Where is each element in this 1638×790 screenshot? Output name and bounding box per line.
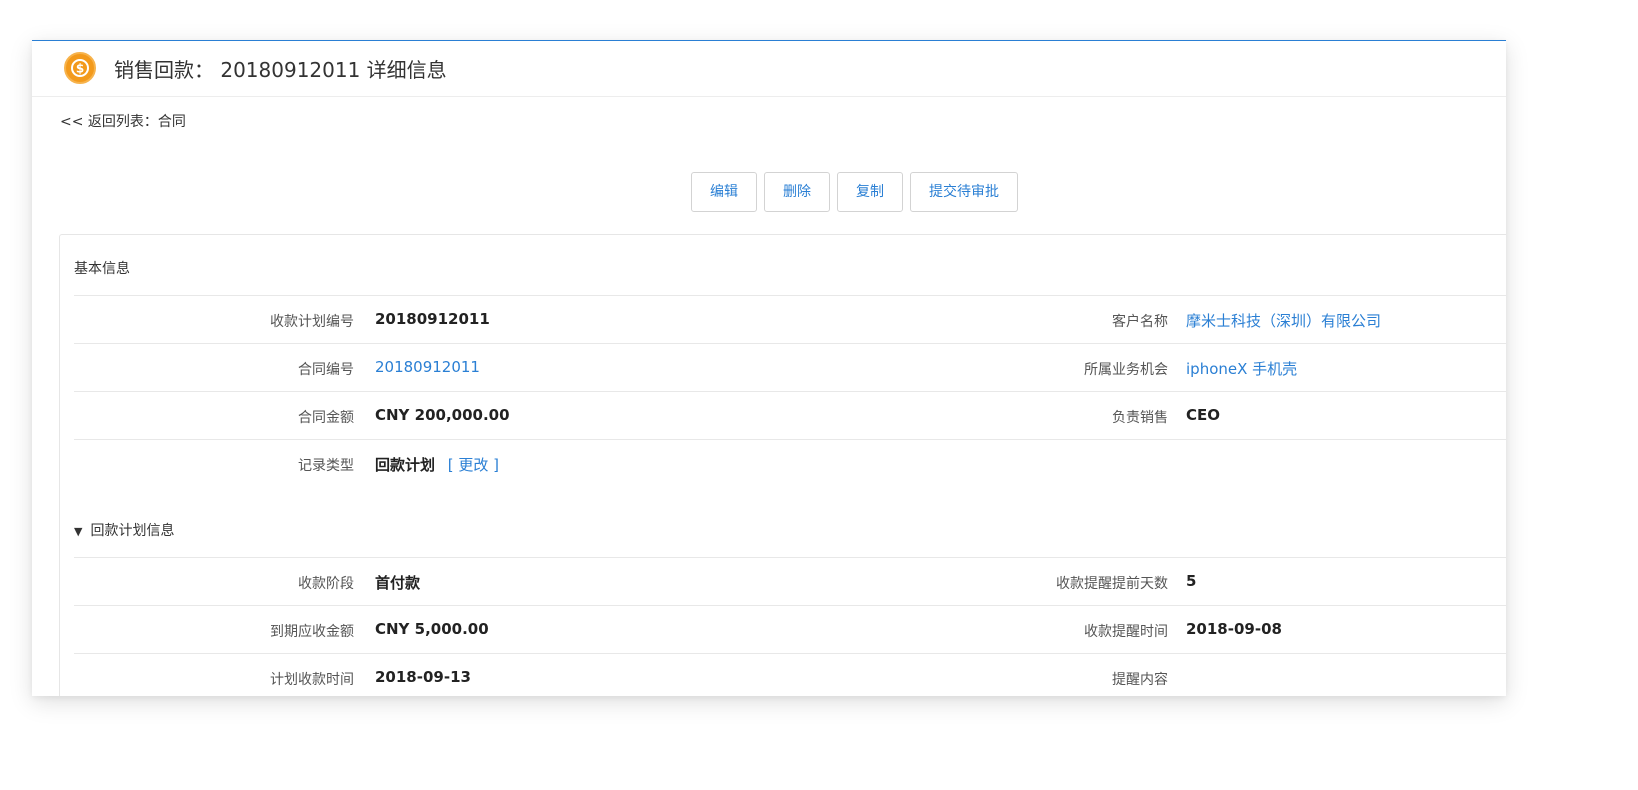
field-row: 合同编号 20180912011 所属业务机会 iphoneX 手机壳	[74, 343, 1506, 391]
field-value-stage: 首付款	[375, 574, 421, 592]
field-row: 收款计划编号 20180912011 客户名称 摩米士科技（深圳）有限公司	[74, 295, 1506, 343]
field-label: 收款提醒提前天数	[1056, 576, 1168, 592]
title-bar: $ 销售回款： 20180912011 详细信息	[32, 41, 1506, 97]
field-value-remind-days: 5	[1186, 572, 1197, 590]
change-record-type-link[interactable]: [ 更改 ]	[448, 456, 499, 474]
page-title: 销售回款： 20180912011 详细信息	[114, 58, 447, 82]
action-toolbar: 编辑 删除 复制 提交待审批	[691, 172, 1018, 212]
opportunity-link[interactable]: iphoneX 手机壳	[1186, 358, 1297, 379]
svg-text:$: $	[76, 62, 84, 76]
back-to-list-link[interactable]: << 返回列表：合同	[60, 111, 186, 131]
customer-link[interactable]: 摩米士科技（深圳）有限公司	[1186, 310, 1381, 331]
field-value-amount: CNY 200,000.00	[375, 406, 510, 424]
delete-button[interactable]: 删除	[764, 172, 830, 212]
field-label: 负责销售	[1112, 410, 1168, 426]
field-value-owner: CEO	[1186, 406, 1221, 424]
field-label: 记录类型	[298, 458, 354, 474]
field-value-plan-time: 2018-09-13	[375, 668, 471, 686]
detail-panel: 基本信息 收款计划编号 20180912011 客户名称 摩米士科技（深圳）有限…	[59, 234, 1506, 696]
copy-button[interactable]: 复制	[837, 172, 903, 212]
contract-no-link[interactable]: 20180912011	[375, 358, 480, 376]
field-label: 提醒内容	[1112, 672, 1168, 688]
field-label: 收款提醒时间	[1084, 624, 1168, 640]
coin-dollar-icon: $	[64, 52, 96, 84]
record-type-value: 回款计划 [ 更改 ]	[375, 454, 499, 475]
plan-section-toggle[interactable]: ▼ 回款计划信息	[74, 520, 174, 540]
field-row: 记录类型 回款计划 [ 更改 ]	[74, 439, 1506, 487]
field-value-remind-time: 2018-09-08	[1186, 620, 1282, 638]
field-label: 到期应收金额	[270, 624, 354, 640]
detail-window: $ 销售回款： 20180912011 详细信息 << 返回列表：合同 编辑 删…	[32, 40, 1506, 696]
section-title-basic: 基本信息	[74, 261, 130, 277]
field-row: 计划收款时间 2018-09-13 提醒内容	[74, 653, 1506, 696]
field-value-record-type: 回款计划	[375, 456, 436, 474]
field-label: 合同编号	[298, 362, 354, 378]
field-value-due-amount: CNY 5,000.00	[375, 620, 489, 638]
field-row: 合同金额 CNY 200,000.00 负责销售 CEO	[74, 391, 1506, 439]
field-label: 计划收款时间	[270, 672, 354, 688]
field-label: 所属业务机会	[1084, 362, 1168, 378]
submit-approval-button[interactable]: 提交待审批	[910, 172, 1018, 212]
field-label: 客户名称	[1112, 314, 1168, 330]
field-label: 合同金额	[298, 410, 354, 426]
field-label: 收款计划编号	[270, 314, 354, 330]
field-value-plan-no: 20180912011	[375, 310, 490, 328]
edit-button[interactable]: 编辑	[691, 172, 757, 212]
triangle-down-icon: ▼	[74, 525, 83, 538]
field-row: 收款阶段 首付款 收款提醒提前天数 5	[74, 557, 1506, 605]
section-title-plan: 回款计划信息	[90, 523, 175, 539]
field-label: 收款阶段	[298, 576, 354, 592]
field-row: 到期应收金额 CNY 5,000.00 收款提醒时间 2018-09-08	[74, 605, 1506, 653]
